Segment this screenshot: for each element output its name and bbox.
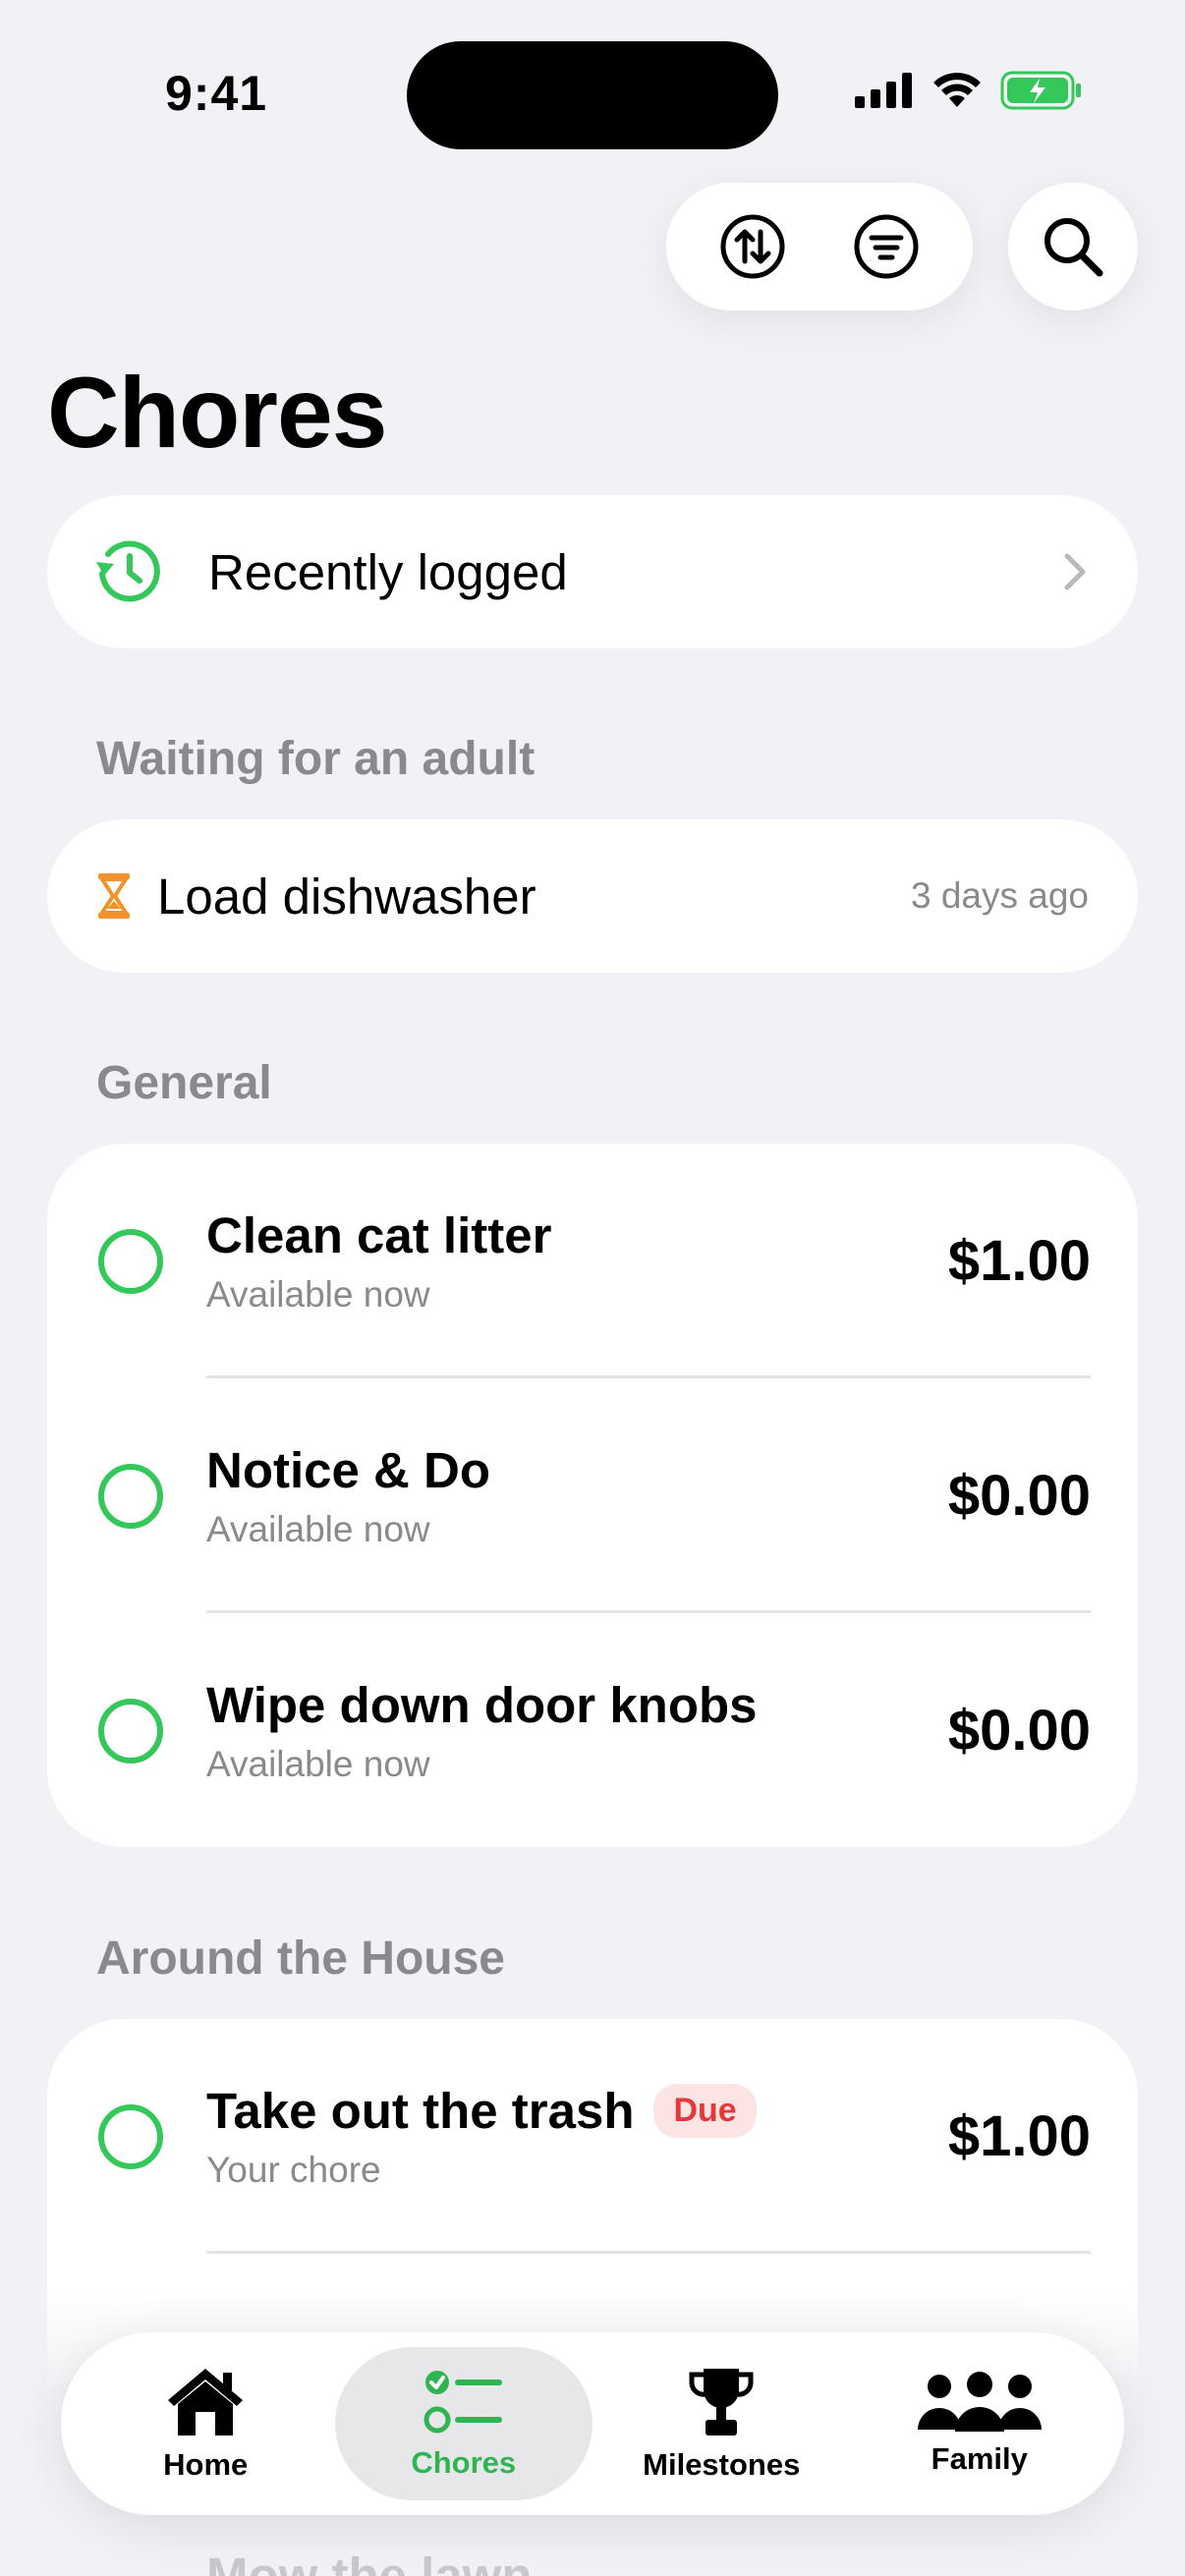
- general-list: Clean cat litter Available now $1.00 Not…: [47, 1144, 1138, 1847]
- search-icon: [1044, 218, 1103, 277]
- waiting-item-time: 3 days ago: [910, 875, 1089, 916]
- wifi-icon: [933, 73, 981, 107]
- peek-list-item: Mow the lawn: [206, 2548, 533, 2576]
- house-icon: [168, 2369, 244, 2436]
- chore-subtitle: Available now: [206, 1274, 430, 1315]
- sort-arrows-icon: [720, 214, 785, 279]
- status-icons: [855, 71, 1083, 110]
- checklist-icon: [423, 2371, 502, 2434]
- chore-checkbox[interactable]: [98, 2103, 163, 2169]
- list-item[interactable]: Take out the trash Due Your chore $1.00: [98, 2019, 1091, 2254]
- filter-icon: [854, 214, 919, 279]
- filter-button[interactable]: [837, 197, 935, 296]
- chore-price: $0.00: [947, 1464, 1091, 1528]
- people-icon: [917, 2372, 1042, 2432]
- chore-price: $1.00: [947, 2104, 1091, 2168]
- battery-icon: [1000, 71, 1081, 110]
- tab-chores[interactable]: Chores: [334, 2347, 592, 2500]
- chevron-right-icon: [1064, 553, 1086, 590]
- chore-subtitle: Your chore: [206, 2150, 381, 2190]
- tab-label: Family: [931, 2441, 1028, 2476]
- chore-title: Wipe down door knobs: [206, 1677, 758, 1733]
- divider: [206, 2251, 1091, 2254]
- waiting-item-label: Load dishwasher: [157, 868, 536, 924]
- hourglass-icon: [98, 873, 130, 919]
- tab-milestones[interactable]: Milestones: [592, 2347, 851, 2500]
- due-badge: Due: [653, 2084, 757, 2138]
- chore-checkbox[interactable]: [98, 1228, 163, 1294]
- recently-logged-label: Recently logged: [208, 543, 568, 600]
- sort-button[interactable]: [704, 197, 802, 296]
- chore-price: $1.00: [947, 1229, 1091, 1293]
- status-bar: 9:41: [0, 0, 1185, 187]
- chore-title: Notice & Do: [206, 1442, 491, 1498]
- section-header-around-house: Around the House: [96, 1932, 505, 1985]
- chore-checkbox[interactable]: [98, 1463, 163, 1529]
- chore-title: Clean cat litter: [206, 1207, 552, 1263]
- tab-label: Milestones: [643, 2447, 801, 2482]
- chore-price: $0.00: [947, 1699, 1091, 1763]
- list-item[interactable]: Clean cat litter Available now $1.00: [98, 1144, 1091, 1378]
- list-item[interactable]: Wipe down door knobs Available now $0.00: [98, 1613, 1091, 1848]
- dynamic-island: [407, 41, 778, 149]
- tab-home[interactable]: Home: [77, 2347, 335, 2500]
- section-header-general: General: [96, 1057, 272, 1109]
- recently-logged-row[interactable]: Recently logged: [47, 495, 1138, 648]
- tab-label: Home: [163, 2447, 249, 2482]
- section-header-waiting: Waiting for an adult: [96, 733, 536, 785]
- tab-bar: Home Chores Milestones Family: [61, 2332, 1124, 2515]
- history-clock-icon: [96, 540, 160, 602]
- status-time: 9:41: [165, 66, 268, 121]
- page-title: Chores: [47, 357, 387, 469]
- signal-icon: [855, 73, 912, 108]
- chore-subtitle: Available now: [206, 1509, 430, 1549]
- tab-label: Chores: [411, 2445, 517, 2480]
- list-item[interactable]: Notice & Do Available now $0.00: [98, 1378, 1091, 1613]
- search-button[interactable]: [1008, 183, 1138, 310]
- tab-family[interactable]: Family: [851, 2347, 1109, 2500]
- chore-title: Take out the trash: [206, 2083, 635, 2139]
- waiting-item-row[interactable]: Load dishwasher 3 days ago: [47, 819, 1138, 973]
- chore-subtitle: Available now: [206, 1744, 430, 1784]
- trophy-icon: [689, 2369, 754, 2436]
- chore-checkbox[interactable]: [98, 1698, 163, 1764]
- toolbar-group: [666, 183, 973, 310]
